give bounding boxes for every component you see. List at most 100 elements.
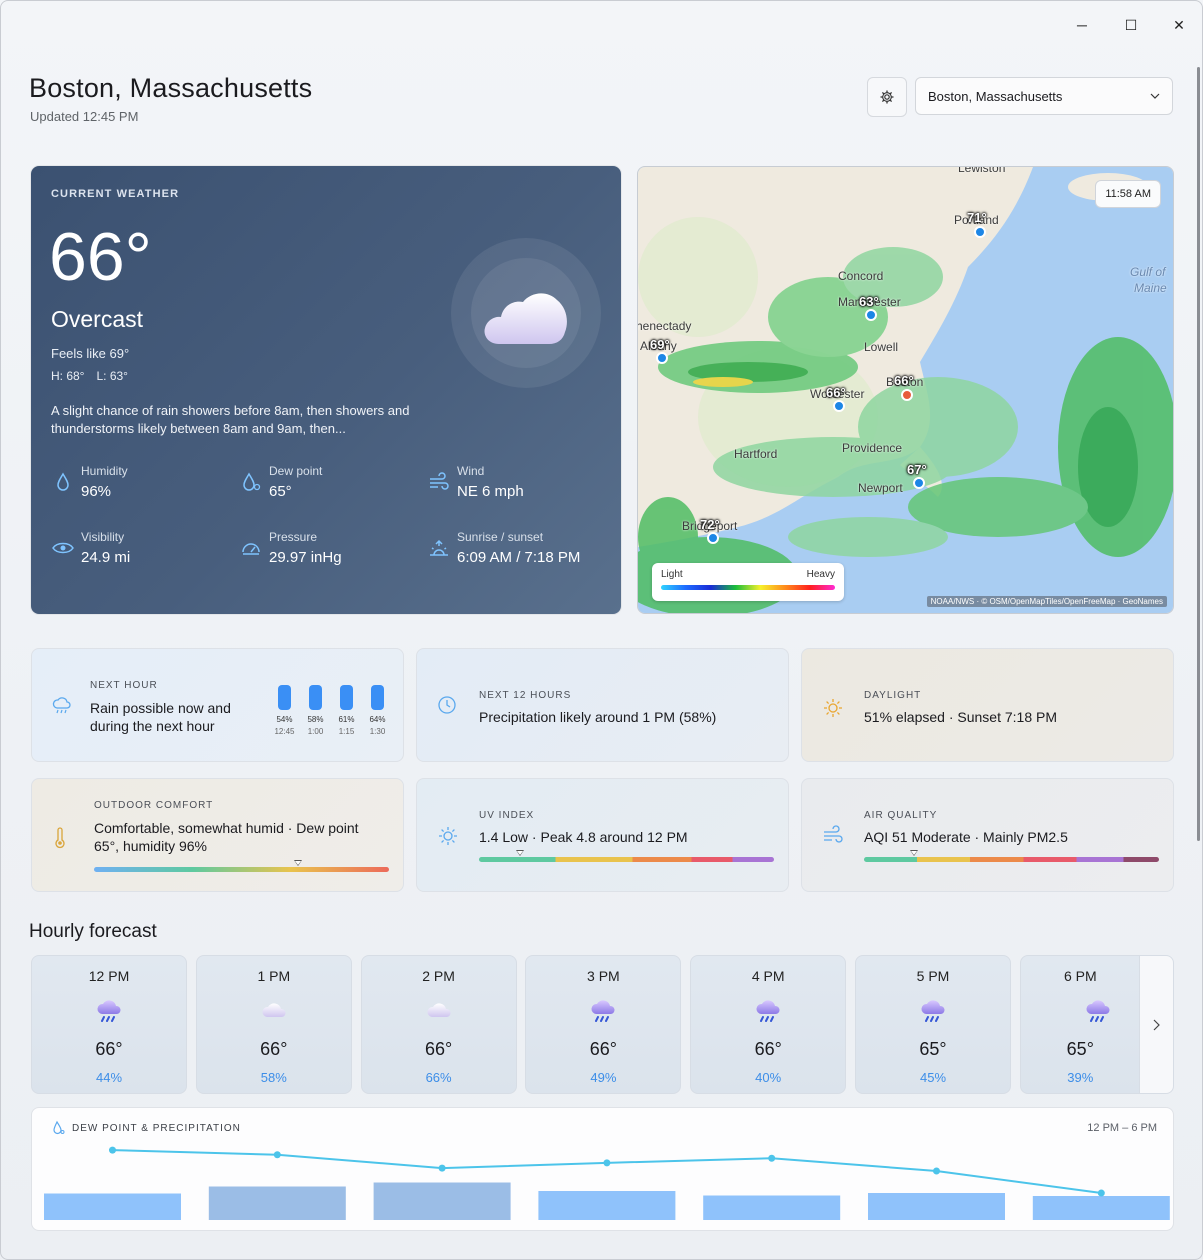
precip-bar xyxy=(703,1195,841,1220)
humidity-label: Humidity xyxy=(81,464,128,478)
map-temp-portland: 71° xyxy=(967,210,987,225)
hourly-card[interactable]: 2 PM 66° 66% xyxy=(360,955,517,1094)
uv-marker xyxy=(516,850,525,856)
hourly-card[interactable]: 1 PM 66° 58% xyxy=(195,955,352,1094)
hourly-precip: 58% xyxy=(260,1070,287,1085)
gear-icon xyxy=(880,90,894,104)
pressure-value: 29.97 inHg xyxy=(269,549,342,566)
rain-cloud-icon xyxy=(589,996,619,1024)
air-quality-text: AQI 51 Moderate · Mainly PM2.5 xyxy=(864,829,1068,845)
pressure-icon xyxy=(242,543,260,555)
hourly-time: 2 PM xyxy=(422,968,455,984)
air-quality-marker xyxy=(910,850,919,856)
map-label-providence: Providence xyxy=(842,441,903,455)
dew-point-metric: Dew point 65° xyxy=(239,464,419,514)
map-temp-manchester: 63° xyxy=(859,294,879,309)
precip-bar xyxy=(1032,1196,1170,1220)
daylight-tile: DAYLIGHT 51% elapsed · Sunset 7:18 PM xyxy=(801,648,1174,762)
minimize-button[interactable]: ─ xyxy=(1067,11,1097,39)
dew-point-precip-chart: DEW POINT & PRECIPITATION 12 PM – 6 PM xyxy=(31,1107,1174,1231)
uv-index-text: 1.4 Low · Peak 4.8 around 12 PM xyxy=(479,829,688,845)
radar-timestamp: 11:58 AM xyxy=(1095,180,1161,208)
air-quality-label: AIR QUALITY xyxy=(864,810,938,821)
hourly-card[interactable]: 5 PM 65° 45% xyxy=(855,955,1011,1094)
map-label-schenectady: Schenectady xyxy=(637,319,692,333)
map-label-gulf: Gulf of xyxy=(1130,265,1166,279)
rain-cloud-icon xyxy=(754,996,784,1024)
hourly-card[interactable]: 6 PM 65° 39% xyxy=(1019,955,1141,1094)
map-temp-worcester: 66° xyxy=(826,385,846,400)
hourly-card[interactable]: 3 PM 66° 49% xyxy=(525,955,682,1094)
hourly-precip: 49% xyxy=(590,1070,617,1085)
map-pin-bridgeport[interactable] xyxy=(707,532,719,544)
uv-scale xyxy=(479,857,774,862)
map-attribution[interactable]: NOAA/NWS · © OSM/OpenMapTiles/OpenFreeMa… xyxy=(926,596,1167,607)
map-temp-bridgeport: 72° xyxy=(700,517,720,532)
comfort-marker xyxy=(293,860,302,866)
pressure-metric: Pressure 29.97 inHg xyxy=(239,530,419,580)
location-select[interactable]: Boston, Massachusetts xyxy=(915,77,1173,115)
map-pin-boston[interactable] xyxy=(901,389,913,401)
map-pin-newport[interactable] xyxy=(913,477,925,489)
outdoor-comfort-label: OUTDOOR COMFORT xyxy=(94,800,214,811)
precip-bar xyxy=(44,1193,181,1220)
legend-light-label: Light xyxy=(661,569,683,580)
radar-legend: Light Heavy xyxy=(652,563,844,601)
sunrise-icon xyxy=(430,539,448,556)
hourly-next-button[interactable] xyxy=(1139,955,1174,1094)
current-condition: Overcast xyxy=(51,306,144,332)
close-button[interactable]: ✕ xyxy=(1164,11,1194,39)
hourly-temp: 66° xyxy=(754,1039,782,1059)
map-pin-manchester[interactable] xyxy=(865,309,877,321)
map-pin-worcester[interactable] xyxy=(833,400,845,412)
hourly-temp: 65° xyxy=(1066,1039,1094,1059)
precip-bar xyxy=(373,1182,511,1220)
map-label-maine: Maine xyxy=(1134,281,1167,295)
map-pin-albany[interactable] xyxy=(656,352,668,364)
maximize-button[interactable]: ☐ xyxy=(1116,11,1146,39)
hourly-temp: 66° xyxy=(589,1039,617,1059)
hourly-time: 5 PM xyxy=(916,968,950,984)
pressure-label: Pressure xyxy=(269,530,318,544)
sun-icon xyxy=(824,699,842,717)
visibility-metric: Visibility 24.9 mi xyxy=(51,530,231,580)
next-12-hours-tile: NEXT 12 HOURS Precipitation likely aroun… xyxy=(416,648,789,762)
next-hour-bar: 54% 12:45 xyxy=(272,685,297,736)
map-label-lowell: Lowell xyxy=(864,340,899,354)
rain-cloud-icon xyxy=(95,996,125,1024)
hourly-card[interactable]: 4 PM 66° 40% xyxy=(690,955,847,1094)
current-temp: 66° xyxy=(49,219,152,295)
map-temp-albany: 69° xyxy=(650,337,670,352)
hourly-time: 4 PM xyxy=(751,968,785,984)
map-pin-portland[interactable] xyxy=(974,226,986,238)
map-label-newport: Newport xyxy=(858,481,903,495)
dew-point-marker xyxy=(933,1167,940,1175)
settings-button[interactable] xyxy=(867,77,907,117)
clock-icon xyxy=(438,696,456,714)
comfort-scale xyxy=(94,867,389,872)
hourly-card[interactable]: 12 PM 66° 44% xyxy=(31,955,187,1094)
air-wind-icon xyxy=(824,825,843,843)
updated-time: Updated 12:45 PM xyxy=(30,109,139,124)
sunrise-metric: Sunrise / sunset 6:09 AM / 7:18 PM xyxy=(427,530,607,580)
dew-point-marker xyxy=(109,1146,116,1154)
map-temp-boston: 66° xyxy=(894,373,914,388)
uv-sun-icon xyxy=(439,827,457,845)
hourly-precip: 45% xyxy=(919,1070,947,1085)
outdoor-comfort-tile: OUTDOOR COMFORT Comfortable, somewhat hu… xyxy=(31,778,404,892)
wind-value: NE 6 mph xyxy=(457,483,524,500)
cloud-icon xyxy=(484,293,567,344)
legend-gradient xyxy=(661,585,835,590)
hourly-temp: 65° xyxy=(919,1039,947,1059)
low-temp: L: 63° xyxy=(96,369,128,383)
next-12-hours-text: Precipitation likely around 1 PM (58%) xyxy=(479,709,717,725)
radar-map[interactable]: Lewiston Portland Gulf of Maine Concord … xyxy=(637,166,1174,614)
sunrise-label: Sunrise / sunset xyxy=(457,530,544,544)
next-hour-bar: 58% 1:00 xyxy=(303,685,328,736)
hourly-precip: 44% xyxy=(95,1070,123,1085)
scrollbar[interactable] xyxy=(1197,67,1200,841)
cloud-icon xyxy=(260,996,290,1024)
visibility-icon xyxy=(52,542,74,554)
next-hour-label: NEXT HOUR xyxy=(90,680,158,691)
wind-icon xyxy=(430,472,449,490)
